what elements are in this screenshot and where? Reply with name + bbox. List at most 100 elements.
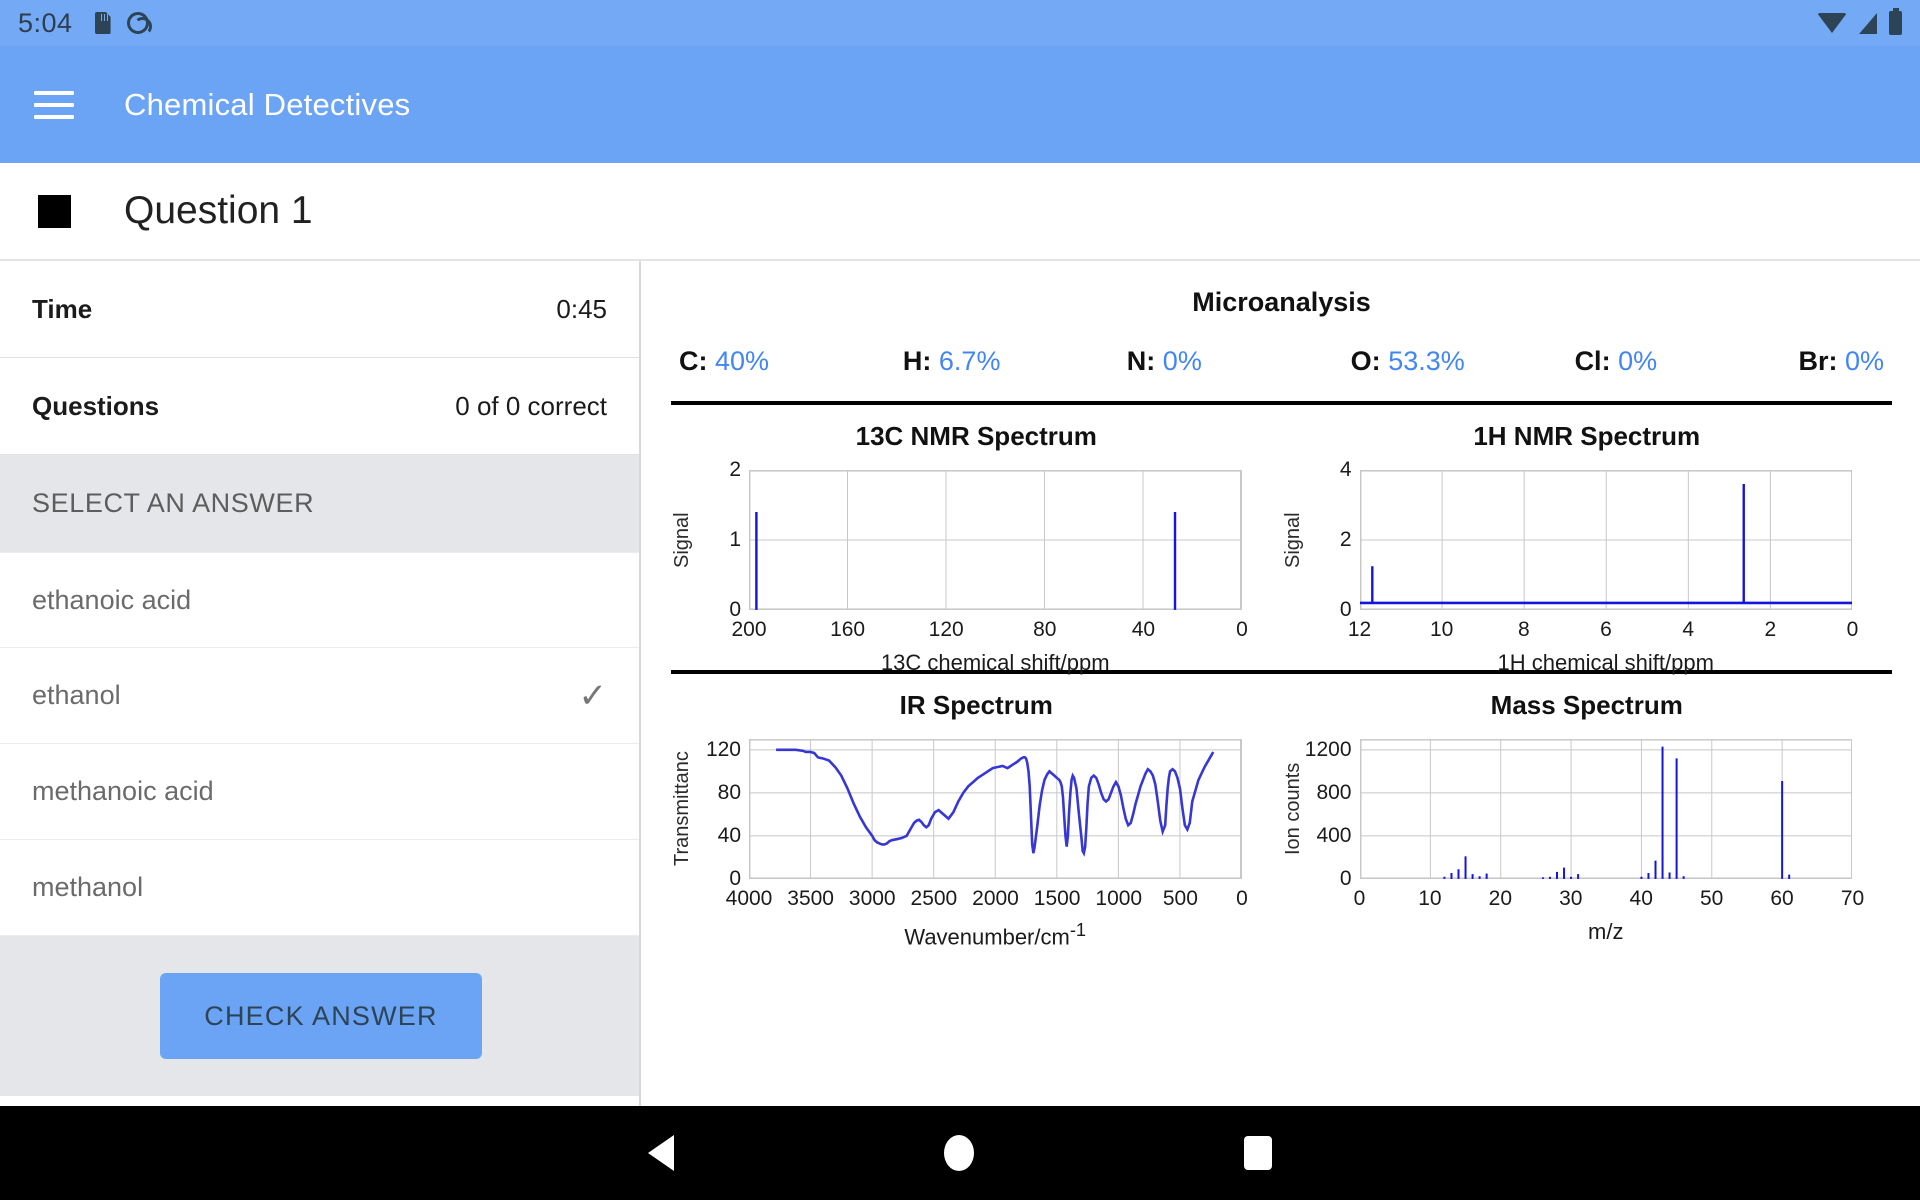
chart-ir: IR Spectrum Transmittanc Wavenumber/cm-1… bbox=[671, 674, 1282, 950]
answer-option-methanol[interactable]: methanol ✓ bbox=[0, 840, 639, 936]
nmr-chart-row: 13C NMR Spectrum Signal 13C chemical shi… bbox=[671, 405, 1893, 675]
y-axis-label: Signal bbox=[1281, 512, 1304, 568]
plot-svg bbox=[1359, 739, 1852, 879]
x-tick-label: 20 bbox=[1488, 887, 1513, 910]
y-tick-label: 400 bbox=[1316, 823, 1352, 847]
plot-svg bbox=[749, 470, 1242, 610]
x-tick-label: 6 bbox=[1600, 618, 1612, 641]
x-tick-label: 200 bbox=[731, 618, 767, 641]
time-value: 0:45 bbox=[556, 293, 607, 324]
y-tick-label: 800 bbox=[1316, 780, 1352, 804]
x-tick-label: 8 bbox=[1517, 618, 1530, 641]
x-tick-label: 40 bbox=[1629, 887, 1653, 910]
element-symbol: H: bbox=[902, 346, 932, 376]
questions-label: Questions bbox=[32, 390, 160, 421]
y-tick-label: 120 bbox=[705, 737, 741, 761]
x-tick-label: 0 bbox=[1353, 887, 1366, 910]
hamburger-menu-icon[interactable] bbox=[34, 90, 74, 119]
chart-1h-nmr: 1H NMR Spectrum Signal 1H chemical shift… bbox=[1281, 405, 1893, 675]
sidebar: Time 0:45 Questions 0 of 0 correct SELEC… bbox=[0, 261, 641, 1106]
answer-option-ethanoic-acid[interactable]: ethanoic acid ✓ bbox=[0, 552, 639, 648]
nav-home-icon[interactable] bbox=[944, 1135, 974, 1171]
check-answer-area: CHECK ANSWER bbox=[0, 936, 639, 1096]
x-tick-label: 0 bbox=[1236, 618, 1248, 641]
x-tick-label: 0 bbox=[1236, 887, 1248, 910]
page-title: Question 1 bbox=[124, 189, 313, 232]
questions-value: 0 of 0 correct bbox=[455, 390, 607, 421]
question-header: Question 1 bbox=[0, 163, 1920, 261]
element-percent: 0% bbox=[1162, 346, 1202, 376]
select-answer-header: SELECT AN ANSWER bbox=[0, 455, 639, 552]
element-symbol: Cl: bbox=[1574, 346, 1611, 376]
microanalysis-item-br: Br: 0% bbox=[1798, 346, 1884, 377]
y-tick-label: 0 bbox=[1339, 867, 1352, 890]
x-tick-label: 500 bbox=[1162, 887, 1198, 910]
y-tick-label: 80 bbox=[717, 780, 741, 804]
status-left-icons bbox=[94, 12, 149, 34]
x-tick-label: 2000 bbox=[972, 887, 1019, 910]
stop-square-icon[interactable] bbox=[38, 194, 71, 228]
microanalysis-title: Microanalysis bbox=[1192, 287, 1371, 317]
y-tick-label: 1 bbox=[729, 528, 741, 551]
element-percent: 40% bbox=[715, 346, 770, 376]
time-label: Time bbox=[32, 293, 93, 324]
y-axis-label: Ion counts bbox=[1281, 762, 1304, 856]
plot-1h-nmr: Signal 1H chemical shift/ppm 0 2 4 12 10 8 6 4 2… bbox=[1281, 458, 1893, 675]
y-tick-label: 4 bbox=[1339, 458, 1352, 481]
ir-ms-chart-row: IR Spectrum Transmittanc Wavenumber/cm-1… bbox=[671, 674, 1892, 950]
nav-recents-icon[interactable] bbox=[1244, 1136, 1272, 1170]
status-clock: 5:04 bbox=[18, 7, 73, 38]
plot-svg bbox=[1359, 470, 1852, 610]
y-axis-label: Signal bbox=[671, 512, 693, 568]
x-axis-label: 13C chemical shift/ppm bbox=[880, 650, 1110, 675]
nav-back-icon[interactable] bbox=[648, 1135, 674, 1171]
element-symbol: O: bbox=[1350, 346, 1381, 376]
wifi-icon bbox=[1817, 13, 1847, 33]
chart-title: IR Spectrum bbox=[899, 690, 1053, 720]
x-tick-label: 2 bbox=[1764, 618, 1777, 641]
spectra-panel: Microanalysis C: 40% H: 6.7% N: 0% O: 53… bbox=[643, 261, 1920, 1106]
x-tick-label: 1000 bbox=[1095, 887, 1143, 910]
chart-title: Mass Spectrum bbox=[1490, 690, 1683, 720]
chart-13c-nmr: 13C NMR Spectrum Signal 13C chemical shi… bbox=[671, 405, 1282, 675]
y-tick-label: 2 bbox=[729, 458, 741, 481]
plot-area: 1H chemical shift/ppm 0 2 4 12 10 8 6 4 2 0 bbox=[1340, 458, 1859, 675]
answer-label: ethanol bbox=[32, 680, 121, 710]
element-percent: 53.3% bbox=[1388, 346, 1465, 376]
chart-title: 13C NMR Spectrum bbox=[855, 421, 1097, 451]
plot-ir: Transmittanc Wavenumber/cm-1 0 40 80 120 400… bbox=[671, 738, 1282, 950]
stat-row-questions: Questions 0 of 0 correct bbox=[0, 358, 639, 455]
x-tick-label: 10 bbox=[1418, 887, 1442, 910]
x-axis-label: 1H chemical shift/ppm bbox=[1497, 650, 1714, 675]
plot-svg bbox=[749, 739, 1242, 879]
check-answer-button[interactable]: CHECK ANSWER bbox=[160, 973, 482, 1059]
status-right-icons bbox=[1817, 8, 1902, 35]
microanalysis-item-n: N: 0% bbox=[1127, 346, 1351, 377]
x-tick-label: 40 bbox=[1131, 618, 1156, 641]
app-title: Chemical Detectives bbox=[124, 86, 411, 122]
x-tick-label: 1500 bbox=[1033, 887, 1081, 910]
y-tick-label: 40 bbox=[717, 823, 741, 847]
app-root: 5:04 Chemical Detectives Question 1 Time… bbox=[0, 0, 1920, 1200]
check-icon: ✓ bbox=[578, 676, 608, 715]
x-tick-label: 30 bbox=[1559, 887, 1583, 910]
answer-option-ethanol[interactable]: ethanol ✓ bbox=[0, 648, 639, 744]
do-not-disturb-icon bbox=[126, 12, 149, 34]
x-tick-label: 50 bbox=[1699, 887, 1724, 910]
x-tick-label: 70 bbox=[1840, 887, 1865, 910]
x-axis-label: m/z bbox=[1588, 919, 1624, 944]
element-percent: 0% bbox=[1618, 346, 1658, 376]
cell-signal-icon bbox=[1859, 12, 1877, 34]
plot-13c-nmr: Signal 13C chemical shift/ppm 0 1 2 200 160 1… bbox=[671, 458, 1282, 675]
plot-area: Wavenumber/cm-1 0 40 80 120 4000 3500 3000 2500… bbox=[706, 738, 1248, 950]
element-symbol: N: bbox=[1126, 346, 1156, 376]
x-tick-label: 120 bbox=[928, 618, 964, 641]
microanalysis-item-o: O: 53.3% bbox=[1351, 346, 1575, 377]
y-tick-label: 1200 bbox=[1304, 737, 1352, 761]
x-axis-label: Wavenumber/cm-1 bbox=[904, 919, 1087, 950]
answer-option-methanoic-acid[interactable]: methanoic acid ✓ bbox=[0, 744, 639, 840]
stat-row-time: Time 0:45 bbox=[0, 261, 639, 358]
x-tick-label: 4 bbox=[1682, 618, 1694, 641]
sd-card-icon bbox=[94, 12, 111, 34]
status-bar: 5:04 bbox=[0, 0, 1920, 46]
